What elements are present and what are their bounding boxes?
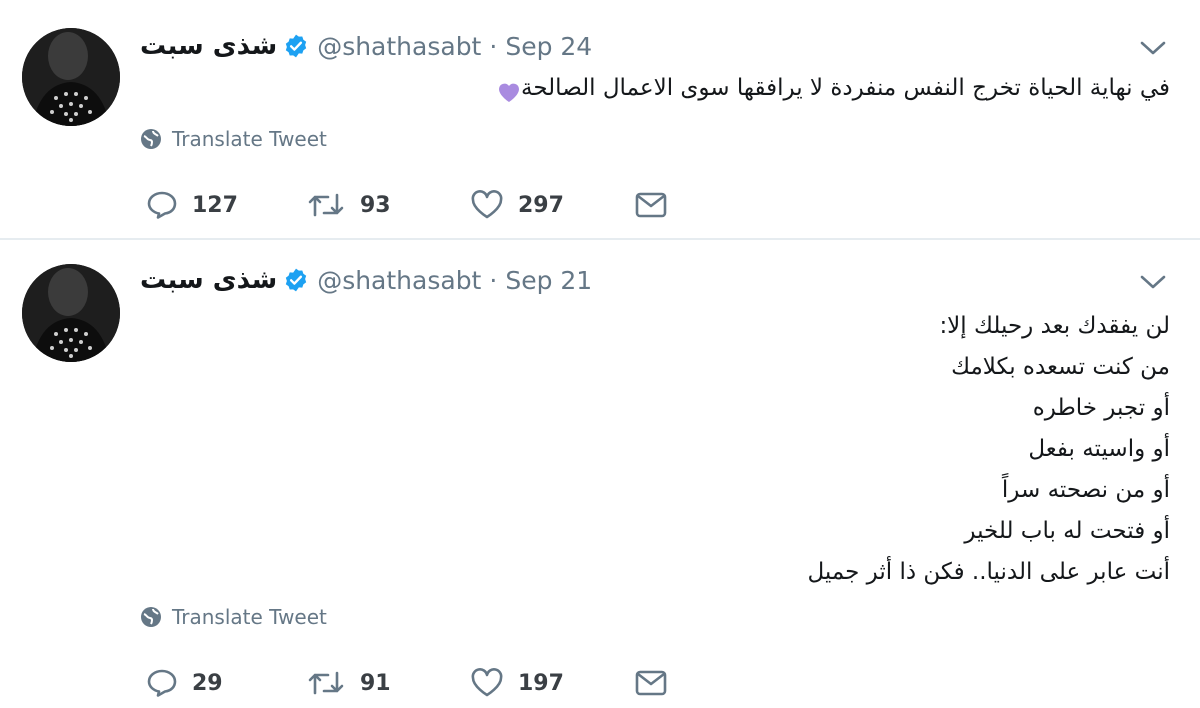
translate-tweet-link[interactable]: Translate Tweet	[140, 605, 327, 629]
retweet-icon	[308, 671, 344, 695]
translate-tweet-link[interactable]: Translate Tweet	[140, 127, 327, 151]
reply-count: 29	[192, 670, 223, 696]
reply-count: 127	[192, 192, 238, 218]
direct-message-button[interactable]	[634, 665, 668, 701]
globe-icon	[141, 607, 161, 627]
tweet-text: لن يفقدك بعد رحيلك إلا: من كنت تسعده بكل…	[700, 306, 1170, 593]
tweet-date[interactable]: Sep 21	[505, 266, 592, 295]
display-name[interactable]: شذى سبت	[140, 31, 277, 61]
tweet-text-line: أنت عابر على الدنيا.. فكن ذا أثر جميل	[807, 559, 1170, 585]
translate-label: Translate Tweet	[172, 605, 327, 629]
like-button[interactable]: 197	[470, 665, 564, 701]
tweet-text: في نهاية الحياة تخرج النفس منفردة لا يرا…	[470, 70, 1170, 106]
reply-button[interactable]: 29	[146, 665, 223, 701]
envelope-icon	[635, 192, 667, 218]
chevron-down-icon[interactable]	[1136, 36, 1170, 60]
retweet-button[interactable]: 91	[306, 665, 391, 701]
purple-heart-icon	[497, 78, 521, 102]
tweet-text-line: لن يفقدك بعد رحيلك إلا:	[939, 313, 1170, 339]
handle[interactable]: @shathasabt	[317, 32, 481, 61]
handle[interactable]: @shathasabt	[317, 266, 481, 295]
tweet-text-body: في نهاية الحياة تخرج النفس منفردة لا يرا…	[521, 75, 1170, 101]
retweet-button[interactable]: 93	[306, 187, 391, 223]
reply-icon	[147, 669, 177, 697]
separator-dot: ·	[489, 31, 498, 61]
reply-button[interactable]: 127	[146, 187, 238, 223]
direct-message-button[interactable]	[634, 187, 668, 223]
display-name[interactable]: شذى سبت	[140, 265, 277, 295]
like-count: 197	[518, 670, 564, 696]
verified-badge-icon	[283, 267, 309, 293]
verified-badge-icon	[283, 33, 309, 59]
like-button[interactable]: 297	[470, 187, 564, 223]
tweet-text-line: أو فتحت له باب للخير	[964, 518, 1170, 544]
tweet-text-line: أو تجبر خاطره	[1032, 395, 1170, 421]
retweet-icon	[308, 193, 344, 217]
tweet-text-line: أو واسيته بفعل	[1028, 436, 1170, 462]
avatar[interactable]	[22, 264, 120, 362]
tweet-date[interactable]: Sep 24	[505, 32, 592, 61]
heart-icon	[471, 190, 503, 219]
tweet[interactable]: شذى سبت @shathasabt · Sep 21 لن يفقدك بع…	[0, 240, 1200, 708]
translate-label: Translate Tweet	[172, 127, 327, 151]
tweet[interactable]: شذى سبت @shathasabt · Sep 24 في نهاية ال…	[0, 0, 1200, 240]
avatar[interactable]	[22, 28, 120, 126]
chevron-down-icon[interactable]	[1136, 270, 1170, 294]
like-count: 297	[518, 192, 564, 218]
globe-icon	[141, 129, 161, 149]
envelope-icon	[635, 670, 667, 696]
separator-dot: ·	[489, 265, 498, 295]
reply-icon	[147, 191, 177, 219]
tweet-text-line: أو من نصحته سراً	[1001, 477, 1170, 503]
tweet-text-line: من كنت تسعده بكلامك	[951, 354, 1170, 380]
retweet-count: 93	[360, 192, 391, 218]
heart-icon	[471, 668, 503, 697]
retweet-count: 91	[360, 670, 391, 696]
